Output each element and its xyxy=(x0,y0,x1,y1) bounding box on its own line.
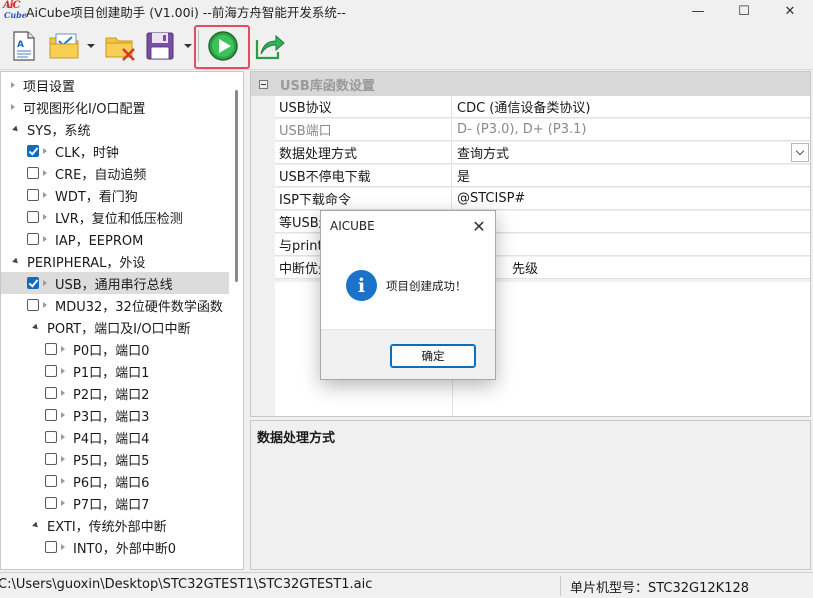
tree-arrow-icon xyxy=(61,456,65,462)
collapse-icon[interactable] xyxy=(259,79,268,89)
minimize-button[interactable]: — xyxy=(675,0,721,22)
tree-item-lvr[interactable]: LVR，复位和低压检测 xyxy=(1,206,229,228)
property-row-data-mode[interactable]: 数据处理方式 查询方式 xyxy=(275,141,810,164)
tree-expanded-icon[interactable] xyxy=(12,125,20,133)
tree-item-clk[interactable]: CLK，时钟 xyxy=(1,140,229,162)
property-row-isp-command[interactable]: ISP下载命令 @STCISP# xyxy=(275,187,810,210)
tree-item-io-config[interactable]: 可视图形化I/O口配置 xyxy=(1,96,229,118)
ok-button[interactable]: 确定 xyxy=(390,344,476,368)
tree-checkbox[interactable] xyxy=(27,167,39,179)
tree-item-p5[interactable]: P5口，端口5 xyxy=(1,448,229,470)
tree-item-mdu32[interactable]: MDU32，32位硬件数学函数 xyxy=(1,294,229,316)
data-mode-dropdown-button[interactable] xyxy=(791,143,809,162)
tree-checkbox[interactable] xyxy=(27,189,39,201)
tree-arrow-icon xyxy=(61,346,65,352)
tree-checkbox[interactable] xyxy=(27,277,39,289)
tree-checkbox[interactable] xyxy=(45,343,57,355)
status-project-path: C:\Users\guoxin\Desktop\STC32GTEST1\STC3… xyxy=(0,577,373,592)
tree-expanded-icon[interactable] xyxy=(12,257,20,265)
tree-item-iap[interactable]: IAP，EEPROM xyxy=(1,228,229,250)
tree-checkbox[interactable] xyxy=(45,541,57,553)
maximize-button[interactable]: ☐ xyxy=(721,0,767,22)
tree-item-project-settings[interactable]: 项目设置 xyxy=(1,74,229,96)
property-row-usb-port[interactable]: USB端口 D- (P3.0), D+ (P3.1) xyxy=(275,118,810,141)
tree-item-p6[interactable]: P6口，端口6 xyxy=(1,470,229,492)
tree-item-p0[interactable]: P0口，端口0 xyxy=(1,338,229,360)
tree-item-peripheral[interactable]: PERIPHERAL，外设 xyxy=(1,250,229,272)
tree-arrow-icon xyxy=(61,368,65,374)
app-logo: AiC Cube xyxy=(3,0,27,20)
tree-arrow-icon xyxy=(61,544,65,550)
tree-arrow-icon xyxy=(61,478,65,484)
window-title: AiCube项目创建助手 (V1.00i) --前海方舟智能开发系统-- xyxy=(26,4,346,20)
tree-arrow-icon xyxy=(43,302,47,308)
tree-arrow-icon xyxy=(43,148,47,154)
svg-text:A: A xyxy=(17,40,24,50)
tree-checkbox[interactable] xyxy=(45,475,57,487)
new-project-icon[interactable]: A xyxy=(8,30,40,62)
tree-item-sys[interactable]: SYS，系统 xyxy=(1,118,229,140)
description-title: 数据处理方式 xyxy=(257,431,336,446)
status-bar: C:\Users\guoxin\Desktop\STC32GTEST1\STC3… xyxy=(0,572,813,598)
save-project-icon[interactable] xyxy=(144,30,176,62)
tree-item-cre[interactable]: CRE，自动追频 xyxy=(1,162,229,184)
tree-arrow-icon xyxy=(11,104,15,110)
open-dropdown-chevron-icon[interactable] xyxy=(87,44,95,48)
tree-item-p3[interactable]: P3口，端口3 xyxy=(1,404,229,426)
property-category[interactable]: USB库函数设置 xyxy=(251,72,810,96)
tree-checkbox[interactable] xyxy=(27,211,39,223)
project-tree[interactable]: 项目设置 可视图形化I/O口配置 SYS，系统 CLK，时钟 CRE，自动追频 … xyxy=(0,71,244,570)
open-project-icon[interactable] xyxy=(48,30,80,62)
close-button[interactable]: ✕ xyxy=(767,0,813,22)
tree-expanded-icon[interactable] xyxy=(32,323,40,331)
tree-scrollbar-thumb[interactable] xyxy=(235,90,238,282)
toolbar: A xyxy=(0,22,813,70)
tree-checkbox[interactable] xyxy=(45,497,57,509)
tree-arrow-icon xyxy=(61,500,65,506)
tree-arrow-icon xyxy=(43,170,47,176)
tree-item-usb[interactable]: USB，通用串行总线 xyxy=(1,272,229,294)
tree-arrow-icon xyxy=(61,390,65,396)
tree-item-p2[interactable]: P2口，端口2 xyxy=(1,382,229,404)
tree-checkbox[interactable] xyxy=(27,145,39,157)
tree-arrow-icon xyxy=(11,82,15,88)
chevron-down-icon xyxy=(795,146,805,156)
tree-arrow-icon xyxy=(43,236,47,242)
property-row-usb-protocol[interactable]: USB协议 CDC (通信设备类协议) xyxy=(275,95,810,118)
tree-item-port[interactable]: PORT，端口及I/O口中断 xyxy=(1,316,229,338)
tree-checkbox[interactable] xyxy=(27,233,39,245)
dialog-close-icon[interactable]: ✕ xyxy=(469,216,489,236)
tree-arrow-icon xyxy=(61,434,65,440)
tree-checkbox[interactable] xyxy=(45,453,57,465)
tree-item-p7[interactable]: P7口，端口7 xyxy=(1,492,229,514)
tree-arrow-icon xyxy=(43,280,47,286)
tree-checkbox[interactable] xyxy=(27,299,39,311)
tree-expanded-icon[interactable] xyxy=(32,521,40,529)
status-chip-model: 单片机型号：STC32G12K128 xyxy=(570,581,750,596)
tree-item-p1[interactable]: P1口，端口1 xyxy=(1,360,229,382)
tree-item-wdt[interactable]: WDT，看门狗 xyxy=(1,184,229,206)
save-dropdown-chevron-icon[interactable] xyxy=(184,44,192,48)
tree-checkbox[interactable] xyxy=(45,409,57,421)
tree-item-p4[interactable]: P4口，端口4 xyxy=(1,426,229,448)
delete-project-icon[interactable] xyxy=(104,30,136,62)
title-bar: AiC Cube AiCube项目创建助手 (V1.00i) --前海方舟智能开… xyxy=(0,0,813,22)
tree-scrollbar[interactable] xyxy=(230,72,243,569)
tree-item-int0[interactable]: INT0，外部中断0 xyxy=(1,536,229,558)
tree-checkbox[interactable] xyxy=(45,387,57,399)
tree-item-exti[interactable]: EXTI，传统外部中断 xyxy=(1,514,229,536)
tree-checkbox[interactable] xyxy=(45,365,57,377)
export-icon[interactable] xyxy=(254,30,286,62)
dialog-message: 项目创建成功！ xyxy=(386,279,467,293)
success-dialog[interactable]: AICUBE ✕ i 项目创建成功！ 确定 xyxy=(320,210,496,380)
property-row-usb-download[interactable]: USB不停电下载 是 xyxy=(275,164,810,187)
tree-arrow-icon xyxy=(61,412,65,418)
info-icon: i xyxy=(346,270,377,301)
tree-checkbox[interactable] xyxy=(45,431,57,443)
tree-arrow-icon xyxy=(43,214,47,220)
run-generate-icon[interactable] xyxy=(207,30,239,62)
tree-arrow-icon xyxy=(43,192,47,198)
description-pane: 数据处理方式 xyxy=(250,420,811,570)
